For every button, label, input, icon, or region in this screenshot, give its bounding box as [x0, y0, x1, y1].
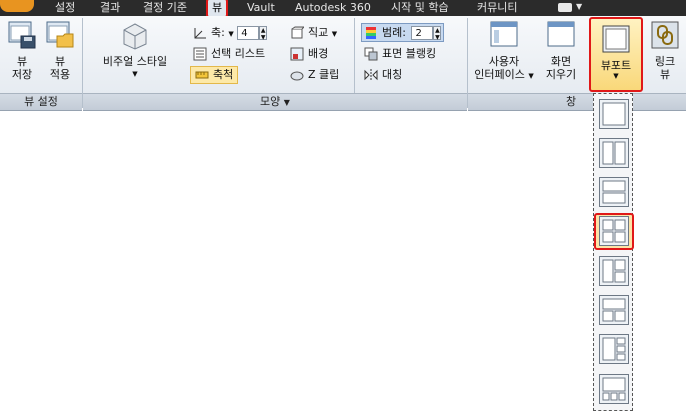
save-view-label-1: 뷰 [16, 55, 28, 68]
surface-blanking-icon [364, 47, 378, 61]
surface-blanking-button[interactable]: 표면 블랭킹 [364, 45, 436, 63]
clear-screen-label-2: 지우기 [545, 68, 577, 81]
apply-view-button[interactable]: 뷰 적용 [42, 20, 78, 81]
axis-label: 축: [211, 26, 225, 39]
z-clip-button[interactable]: Z 클립 [290, 66, 339, 84]
ruler-icon [195, 71, 209, 79]
ortho-label: 직교 [308, 26, 329, 39]
save-view-icon [8, 21, 36, 49]
clear-screen-icon [547, 21, 575, 47]
tab-setup[interactable]: 설정 [55, 1, 75, 15]
link-icon [651, 21, 679, 49]
legend-icon [366, 27, 376, 39]
user-interface-icon [490, 21, 518, 47]
chevron-down-icon[interactable]: ▼ [576, 2, 582, 11]
viewport-layout-four[interactable] [599, 216, 629, 246]
chevron-down-icon: ▼ [132, 70, 138, 78]
symmetry-icon [364, 69, 378, 81]
ortho-button[interactable]: 직교 ▼ [290, 24, 337, 42]
viewport-label: 뷰포트 [600, 59, 632, 72]
save-view-button[interactable]: 뷰 저장 [4, 20, 40, 81]
panel-view-settings: 뷰 설정 [0, 93, 82, 111]
scale-button[interactable]: 축척 [190, 66, 239, 84]
window-panel-label: 창 [566, 95, 577, 108]
tab-community[interactable]: 커뮤니티 [477, 1, 517, 15]
viewport-layout-three-left[interactable] [599, 256, 629, 286]
user-interface-label-1: 사용자 [488, 55, 520, 68]
legend-row: 범례: 2 ▲ ▼ [361, 23, 445, 42]
save-view-label-2: 저장 [11, 68, 33, 81]
z-clip-label: Z 클립 [308, 68, 340, 81]
select-list-button[interactable]: 선택 리스트 [193, 45, 265, 63]
axis-value-input[interactable]: 4 [237, 26, 260, 40]
chevron-down-icon: ▼ [613, 72, 619, 80]
background-label: 배경 [308, 47, 329, 60]
tab-results[interactable]: 결과 [100, 1, 120, 15]
visual-style-label: 비주얼 스타일 [102, 55, 168, 68]
apply-view-icon [46, 21, 74, 48]
user-interface-label-2: 인터페이스 [474, 68, 525, 81]
apply-view-label-2: 적용 [49, 68, 71, 81]
legend-label[interactable]: 범례: [382, 26, 406, 39]
cube-icon [123, 23, 147, 50]
tab-autodesk-360[interactable]: Autodesk 360 [295, 1, 371, 15]
ortho-icon [291, 26, 304, 39]
list-icon [193, 47, 207, 61]
chevron-down-icon: ▼ [528, 72, 534, 80]
symmetry-button[interactable]: 대칭 [364, 66, 402, 84]
legend-value-input[interactable]: 2 [411, 26, 434, 40]
z-clip-icon [290, 71, 304, 81]
scale-label: 축척 [213, 68, 234, 81]
tab-criteria[interactable]: 결정 기준 [143, 1, 187, 15]
background-button[interactable]: 배경 [290, 45, 328, 63]
application-menu-button[interactable] [0, 0, 34, 12]
visual-style-button[interactable]: 비주얼 스타일 ▼ [90, 20, 180, 81]
select-list-label: 선택 리스트 [211, 47, 266, 60]
viewport-layout-three-top[interactable] [599, 295, 629, 325]
symmetry-label: 대칭 [382, 68, 403, 81]
clear-screen-label-1: 화면 [550, 55, 572, 68]
chevron-down-icon: ▼ [331, 30, 338, 38]
chevron-down-icon[interactable]: ▼ [228, 30, 233, 38]
appearance-panel-label: 모양 [260, 95, 281, 108]
viewport-layout-dropdown [593, 93, 634, 411]
axis-row: 축: ▼ 4 ▲ ▼ [193, 24, 268, 42]
tab-getting-started[interactable]: 시작 및 학습 [391, 1, 449, 15]
clear-screen-button[interactable]: 화면 지우기 [540, 20, 582, 81]
viewport-layout-four-top[interactable] [599, 374, 629, 404]
viewport-layout-two-vertical[interactable] [599, 138, 629, 168]
ribbon-minimize-button[interactable] [558, 3, 572, 12]
axis-icon [194, 28, 206, 39]
chevron-down-icon: ▼ [283, 98, 290, 107]
viewport-layout-two-horizontal[interactable] [599, 177, 629, 207]
background-icon [290, 47, 304, 61]
panel-appearance[interactable]: 모양 ▼ [83, 93, 467, 111]
viewport-layout-four-left[interactable] [599, 334, 629, 364]
link-view-button[interactable]: 링크 뷰 [647, 20, 683, 81]
link-view-label-2: 뷰 [659, 68, 671, 81]
link-view-label-1: 링크 [654, 55, 676, 68]
surface-blanking-label: 표면 블랭킹 [382, 47, 437, 60]
user-interface-button[interactable]: 사용자 인터페이스 ▼ [470, 20, 538, 83]
tab-vault[interactable]: Vault [247, 1, 275, 15]
axis-spinner[interactable]: ▲ ▼ [259, 26, 268, 41]
viewport-button[interactable]: 뷰포트 ▼ [589, 17, 643, 92]
apply-view-label-1: 뷰 [54, 55, 66, 68]
ribbon-tab-bar: 설정 결과 결정 기준 뷰 Vault Autodesk 360 시작 및 학습… [0, 0, 686, 18]
viewport-layout-single[interactable] [599, 99, 629, 129]
legend-spinner[interactable]: ▲ ▼ [433, 26, 442, 41]
panel-window: 창 [468, 93, 686, 111]
viewport-icon [602, 25, 630, 53]
